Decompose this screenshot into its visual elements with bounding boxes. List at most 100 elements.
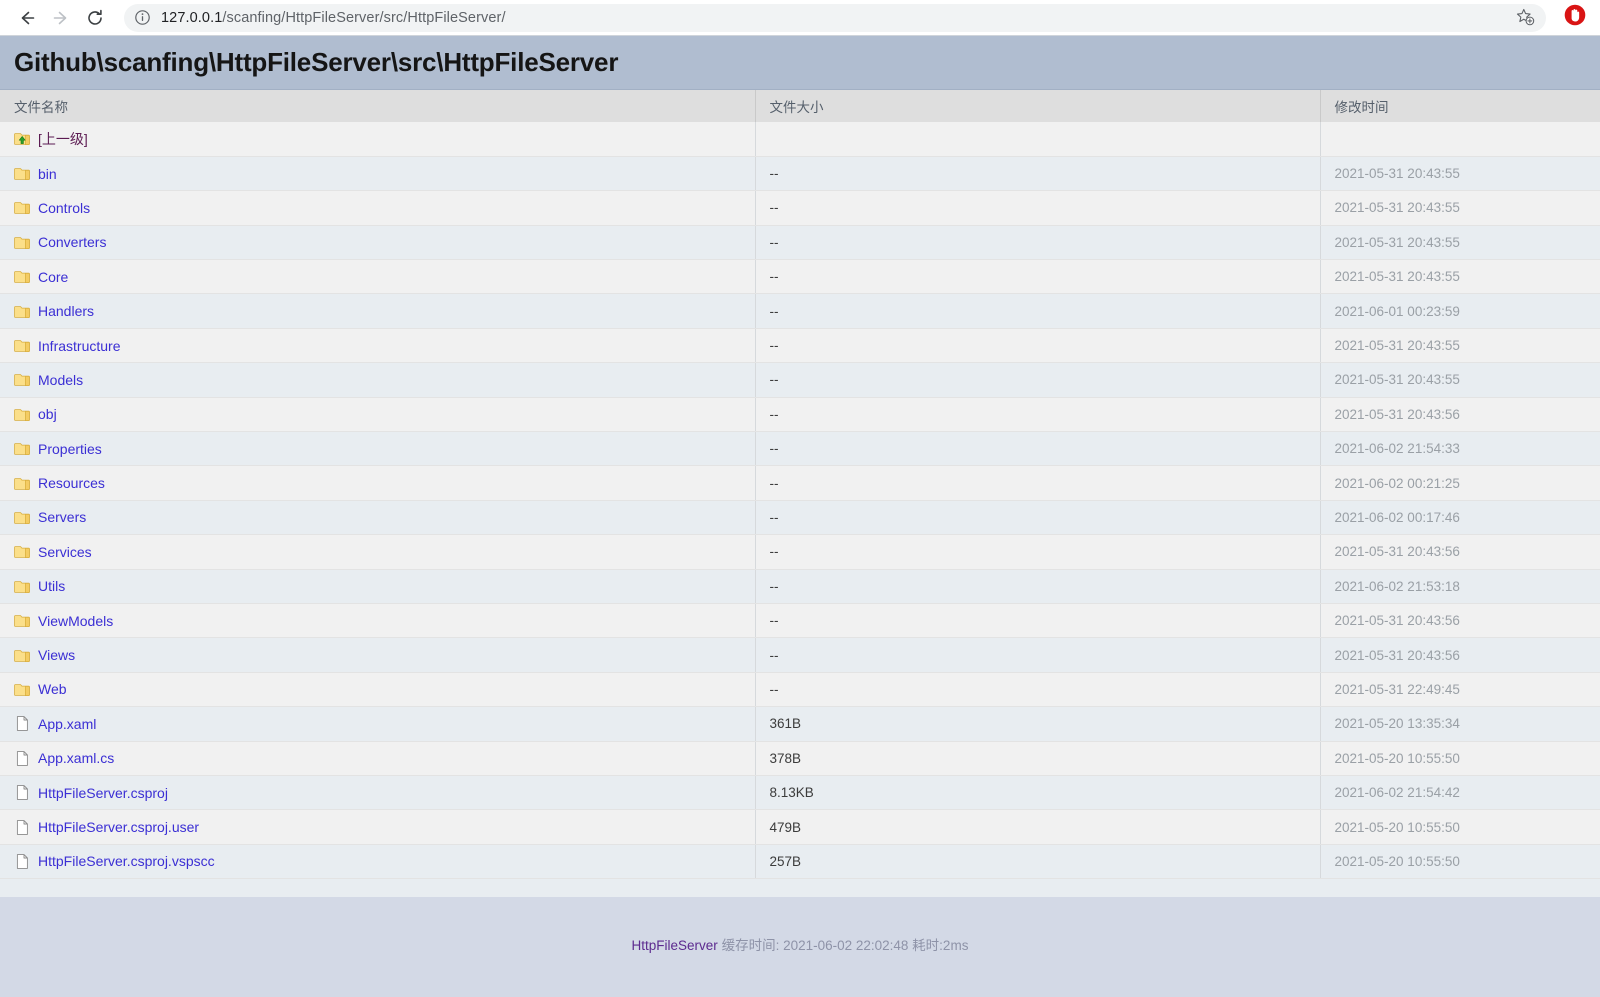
info-circle-icon[interactable] (134, 9, 151, 26)
cell-modified-time: 2021-05-31 20:43:55 (1320, 259, 1600, 295)
file-name-wrapper: App.xaml.cs (14, 750, 755, 767)
cell-modified-time: 2021-06-01 00:23:59 (1320, 293, 1600, 329)
file-name-link[interactable]: Handlers (38, 303, 94, 319)
file-name-link[interactable]: App.xaml.cs (38, 750, 114, 766)
table-row[interactable]: Infrastructure -- 2021-05-31 20:43:55 (0, 328, 1600, 364)
table-row[interactable]: App.xaml 361B 2021-05-20 13:35:34 (0, 706, 1600, 742)
footer-app-link[interactable]: HttpFileServer (632, 938, 718, 953)
cell-file-name: Controls (0, 190, 756, 226)
cell-modified-time: 2021-05-31 20:43:55 (1320, 190, 1600, 226)
cell-file-size: 8.13KB (755, 775, 1321, 811)
file-name-wrapper: Services (14, 543, 755, 560)
cell-file-size: -- (755, 431, 1321, 467)
cell-file-name: [上一级] (0, 122, 756, 157)
cell-modified-time: 2021-05-31 20:43:56 (1320, 603, 1600, 639)
folder-icon (14, 440, 31, 457)
table-row[interactable]: Converters -- 2021-05-31 20:43:55 (0, 225, 1600, 261)
file-name-link[interactable]: ViewModels (38, 613, 113, 629)
cell-file-name: Properties (0, 431, 756, 467)
back-button[interactable] (10, 2, 44, 34)
forward-button[interactable] (44, 2, 78, 34)
file-name-link[interactable]: App.xaml (38, 716, 96, 732)
file-name-link[interactable]: Converters (38, 234, 106, 250)
cell-modified-time: 2021-05-20 10:55:50 (1320, 809, 1600, 845)
folder-icon (14, 165, 31, 182)
url-domain: 127.0.0.1 (161, 9, 223, 26)
table-row[interactable]: [上一级] (0, 122, 1600, 157)
reload-icon (85, 8, 105, 28)
file-name-link[interactable]: Utils (38, 578, 65, 594)
table-row[interactable]: Handlers -- 2021-06-01 00:23:59 (0, 293, 1600, 329)
file-name-link[interactable]: HttpFileServer.csproj.user (38, 819, 199, 835)
table-row[interactable]: Models -- 2021-05-31 20:43:55 (0, 362, 1600, 398)
table-row[interactable]: bin -- 2021-05-31 20:43:55 (0, 156, 1600, 192)
table-row[interactable]: App.xaml.cs 378B 2021-05-20 10:55:50 (0, 741, 1600, 776)
cell-file-name: Infrastructure (0, 328, 756, 364)
table-row[interactable]: Web -- 2021-05-31 22:49:45 (0, 672, 1600, 708)
table-row[interactable]: Resources -- 2021-06-02 00:21:25 (0, 465, 1600, 501)
cell-modified-time: 2021-06-02 21:54:33 (1320, 431, 1600, 467)
file-name-link[interactable]: Infrastructure (38, 338, 120, 354)
address-bar[interactable]: 127.0.0.1/scanfing/HttpFileServer/src/Ht… (124, 3, 1546, 32)
table-row[interactable]: HttpFileServer.csproj.vspscc 257B 2021-05-… (0, 844, 1600, 880)
table-row[interactable]: Core -- 2021-05-31 20:43:55 (0, 259, 1600, 295)
table-row[interactable]: HttpFileServer.csproj 8.13KB 2021-06-02 21… (0, 775, 1600, 811)
table-row[interactable]: Servers -- 2021-06-02 00:17:46 (0, 500, 1600, 536)
file-name-link[interactable]: HttpFileServer.csproj.vspscc (38, 853, 215, 869)
file-name-link[interactable]: Web (38, 681, 67, 697)
file-name-wrapper: HttpFileServer.csproj.user (14, 819, 755, 836)
table-row[interactable]: Services -- 2021-05-31 20:43:56 (0, 534, 1600, 570)
file-name-link[interactable]: Core (38, 269, 68, 285)
forward-arrow-icon (51, 8, 71, 28)
folder-icon (14, 268, 31, 285)
folder-icon (14, 303, 31, 320)
file-name-link[interactable]: Views (38, 647, 75, 663)
cell-modified-time: 2021-05-31 22:49:45 (1320, 672, 1600, 708)
table-row[interactable]: Utils -- 2021-06-02 21:53:18 (0, 569, 1600, 604)
column-header-size[interactable]: 文件大小 (755, 90, 1321, 122)
cell-modified-time: 2021-05-20 10:55:50 (1320, 844, 1600, 880)
cell-file-size: -- (755, 362, 1321, 398)
cell-file-name: Core (0, 259, 756, 295)
table-bottom-strip (0, 879, 1600, 898)
file-name-wrapper: ViewModels (14, 612, 755, 629)
cell-modified-time: 2021-05-31 20:43:55 (1320, 328, 1600, 364)
cell-file-name: Converters (0, 225, 756, 261)
cell-file-size: -- (755, 465, 1321, 501)
cell-file-name: Utils (0, 569, 756, 604)
table-row[interactable]: Controls -- 2021-05-31 20:43:55 (0, 190, 1600, 226)
file-name-link[interactable]: HttpFileServer.csproj (38, 785, 168, 801)
folder-icon (14, 509, 31, 526)
file-name-link[interactable]: Resources (38, 475, 105, 491)
table-header: 文件名称 文件大小 修改时间 (0, 90, 1600, 122)
directory-title-bar: Github\scanfing\HttpFileServer\src\HttpF… (0, 36, 1600, 90)
cell-file-name: bin (0, 156, 756, 192)
cell-file-size: -- (755, 397, 1321, 433)
table-row[interactable]: obj -- 2021-05-31 20:43:56 (0, 397, 1600, 433)
cell-modified-time (1320, 122, 1600, 157)
cell-file-name: Servers (0, 500, 756, 536)
cell-file-name: Models (0, 362, 756, 398)
file-name-link[interactable]: obj (38, 406, 57, 422)
cell-file-size: 257B (755, 844, 1321, 880)
extension-button[interactable] (1562, 4, 1588, 31)
file-name-wrapper: Properties (14, 440, 755, 457)
table-row[interactable]: ViewModels -- 2021-05-31 20:43:56 (0, 603, 1600, 639)
parent-directory-link[interactable]: [上一级] (38, 129, 88, 149)
table-row[interactable]: Properties -- 2021-06-02 21:54:33 (0, 431, 1600, 467)
file-name-link[interactable]: Properties (38, 441, 102, 457)
file-name-link[interactable]: bin (38, 166, 57, 182)
folder-icon (14, 199, 31, 216)
file-name-link[interactable]: Controls (38, 200, 90, 216)
file-name-wrapper: App.xaml (14, 715, 755, 732)
file-name-link[interactable]: Servers (38, 509, 86, 525)
table-row[interactable]: Views -- 2021-05-31 20:43:56 (0, 637, 1600, 673)
star-add-icon[interactable] (1515, 7, 1536, 28)
column-header-name[interactable]: 文件名称 (0, 90, 756, 122)
reload-button[interactable] (78, 2, 112, 34)
file-name-wrapper: bin (14, 165, 755, 182)
file-name-link[interactable]: Models (38, 372, 83, 388)
table-row[interactable]: HttpFileServer.csproj.user 479B 2021-05-20… (0, 809, 1600, 845)
file-name-link[interactable]: Services (38, 544, 92, 560)
column-header-time[interactable]: 修改时间 (1320, 90, 1600, 122)
